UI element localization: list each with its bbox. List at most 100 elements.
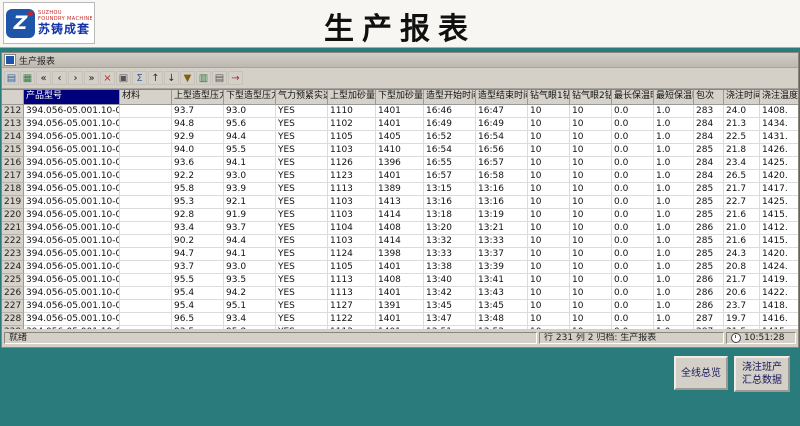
column-header[interactable]: 浇注温度 bbox=[760, 90, 798, 105]
table-cell[interactable]: 93.5 bbox=[224, 274, 276, 287]
table-cell[interactable] bbox=[120, 326, 172, 329]
column-header[interactable]: 上型加砂量 bbox=[328, 90, 376, 105]
table-cell[interactable] bbox=[120, 131, 172, 144]
table-cell[interactable]: 16:58 bbox=[476, 170, 528, 183]
table-cell[interactable]: 10 bbox=[528, 287, 570, 300]
table-cell[interactable]: 95.3 bbox=[172, 196, 224, 209]
table-row[interactable]: 216 394.056-05.001.10-01 93.6 94.1 YES 1126 13… bbox=[2, 157, 798, 170]
table-cell[interactable]: 284 bbox=[694, 170, 724, 183]
table-cell[interactable]: 1425. bbox=[760, 196, 798, 209]
table-cell[interactable]: 94.8 bbox=[172, 118, 224, 131]
table-cell[interactable]: 1.0 bbox=[654, 183, 694, 196]
table-cell[interactable]: 1401 bbox=[376, 326, 424, 329]
copy-icon[interactable]: ▣ bbox=[116, 71, 131, 85]
table-cell[interactable]: 394.056-05.001.10-01 bbox=[24, 274, 120, 287]
table-cell[interactable]: 1424. bbox=[760, 261, 798, 274]
table-cell[interactable]: 10 bbox=[570, 105, 612, 118]
table-cell[interactable]: 1405 bbox=[376, 131, 424, 144]
table-cell[interactable]: YES bbox=[276, 105, 328, 118]
table-cell[interactable]: 13:39 bbox=[476, 261, 528, 274]
table-cell[interactable] bbox=[120, 287, 172, 300]
table-cell[interactable]: 13:43 bbox=[476, 287, 528, 300]
table-cell[interactable]: 1.0 bbox=[654, 170, 694, 183]
table-cell[interactable]: 10 bbox=[528, 209, 570, 222]
table-cell[interactable]: 1408 bbox=[376, 274, 424, 287]
table-cell[interactable]: 10 bbox=[570, 300, 612, 313]
table-cell[interactable]: 21.3 bbox=[724, 118, 760, 131]
table-cell[interactable]: 1.0 bbox=[654, 313, 694, 326]
export-icon[interactable]: ▤ bbox=[4, 71, 19, 85]
table-cell[interactable]: YES bbox=[276, 222, 328, 235]
table-cell[interactable]: 13:41 bbox=[476, 274, 528, 287]
table-cell[interactable]: 1103 bbox=[328, 209, 376, 222]
table-cell[interactable]: 13:32 bbox=[424, 235, 476, 248]
table-cell[interactable]: 10 bbox=[570, 222, 612, 235]
table-cell[interactable]: 21.7 bbox=[724, 274, 760, 287]
table-cell[interactable]: 13:18 bbox=[424, 209, 476, 222]
table-cell[interactable]: 287 bbox=[694, 313, 724, 326]
table-cell[interactable]: 1396 bbox=[376, 157, 424, 170]
table-cell[interactable]: 1122 bbox=[328, 313, 376, 326]
row-number[interactable]: 219 bbox=[2, 196, 24, 209]
table-cell[interactable]: 24.0 bbox=[724, 105, 760, 118]
table-cell[interactable]: 93.4 bbox=[172, 222, 224, 235]
table-cell[interactable]: 95.6 bbox=[224, 118, 276, 131]
table-cell[interactable]: 94.2 bbox=[224, 287, 276, 300]
column-header[interactable]: 包次 bbox=[694, 90, 724, 105]
table-row[interactable]: 213 394.056-05.001.10-01 94.8 95.6 YES 1102 14… bbox=[2, 118, 798, 131]
column-header[interactable]: 下型造型压力 bbox=[224, 90, 276, 105]
table-cell[interactable]: 0.0 bbox=[612, 261, 654, 274]
table-cell[interactable]: 22.7 bbox=[724, 196, 760, 209]
table-cell[interactable]: 1391 bbox=[376, 300, 424, 313]
table-row[interactable]: 222 394.056-05.001.10-01 90.2 94.4 YES 1103 14… bbox=[2, 235, 798, 248]
table-cell[interactable]: 13:37 bbox=[476, 248, 528, 261]
table-cell[interactable]: 1123 bbox=[328, 170, 376, 183]
table-cell[interactable]: 1.0 bbox=[654, 326, 694, 329]
table-cell[interactable]: 0.0 bbox=[612, 222, 654, 235]
table-row[interactable]: 227 394.056-05.001.10-01 95.4 95.1 YES 1127 13… bbox=[2, 300, 798, 313]
table-cell[interactable]: 1.0 bbox=[654, 157, 694, 170]
table-cell[interactable]: 394.056-05.001.10-01 bbox=[24, 183, 120, 196]
table-cell[interactable]: 286 bbox=[694, 300, 724, 313]
table-cell[interactable]: 0.0 bbox=[612, 209, 654, 222]
table-cell[interactable]: 90.2 bbox=[172, 235, 224, 248]
table-row[interactable]: 225 394.056-05.001.10-01 95.5 93.5 YES 1113 14… bbox=[2, 274, 798, 287]
table-cell[interactable]: 10 bbox=[570, 157, 612, 170]
table-cell[interactable]: 10 bbox=[570, 326, 612, 329]
row-number[interactable]: 229 bbox=[2, 326, 24, 329]
table-cell[interactable]: 13:33 bbox=[476, 235, 528, 248]
table-cell[interactable]: 93.6 bbox=[172, 157, 224, 170]
table-cell[interactable]: 21.0 bbox=[724, 222, 760, 235]
table-cell[interactable]: 93.7 bbox=[172, 105, 224, 118]
table-cell[interactable]: 1113 bbox=[328, 326, 376, 329]
table-cell[interactable]: YES bbox=[276, 131, 328, 144]
table-cell[interactable]: 1415. bbox=[760, 235, 798, 248]
table-cell[interactable]: 94.7 bbox=[172, 248, 224, 261]
table-cell[interactable]: 1.0 bbox=[654, 300, 694, 313]
table-cell[interactable]: 1422. bbox=[760, 287, 798, 300]
table-cell[interactable]: 1410 bbox=[376, 144, 424, 157]
exit-icon[interactable]: → bbox=[228, 71, 243, 85]
table-cell[interactable]: 1124 bbox=[328, 248, 376, 261]
table-cell[interactable]: 10 bbox=[528, 196, 570, 209]
table-cell[interactable]: 0.0 bbox=[612, 183, 654, 196]
column-header[interactable]: 下型加砂量 bbox=[376, 90, 424, 105]
table-cell[interactable] bbox=[120, 274, 172, 287]
table-cell[interactable]: 16:52 bbox=[424, 131, 476, 144]
table-cell[interactable]: 10 bbox=[570, 235, 612, 248]
table-cell[interactable]: 94.0 bbox=[172, 144, 224, 157]
table-row[interactable]: 214 394.056-05.001.10-01 92.9 94.4 YES 1105 14… bbox=[2, 131, 798, 144]
table-cell[interactable]: 10 bbox=[528, 248, 570, 261]
table-cell[interactable] bbox=[120, 313, 172, 326]
table-cell[interactable]: YES bbox=[276, 196, 328, 209]
table-cell[interactable]: 0.0 bbox=[612, 105, 654, 118]
sort-desc-icon[interactable]: ↓ bbox=[164, 71, 179, 85]
table-cell[interactable]: 1126 bbox=[328, 157, 376, 170]
column-header[interactable]: 上型造型压力 bbox=[172, 90, 224, 105]
table-cell[interactable]: 1127 bbox=[328, 300, 376, 313]
table-cell[interactable]: 394.056-05.001.10-01 bbox=[24, 196, 120, 209]
table-cell[interactable]: 286 bbox=[694, 222, 724, 235]
row-number[interactable]: 222 bbox=[2, 235, 24, 248]
table-cell[interactable]: 1103 bbox=[328, 235, 376, 248]
table-cell[interactable]: 394.056-05.001.10-01 bbox=[24, 287, 120, 300]
